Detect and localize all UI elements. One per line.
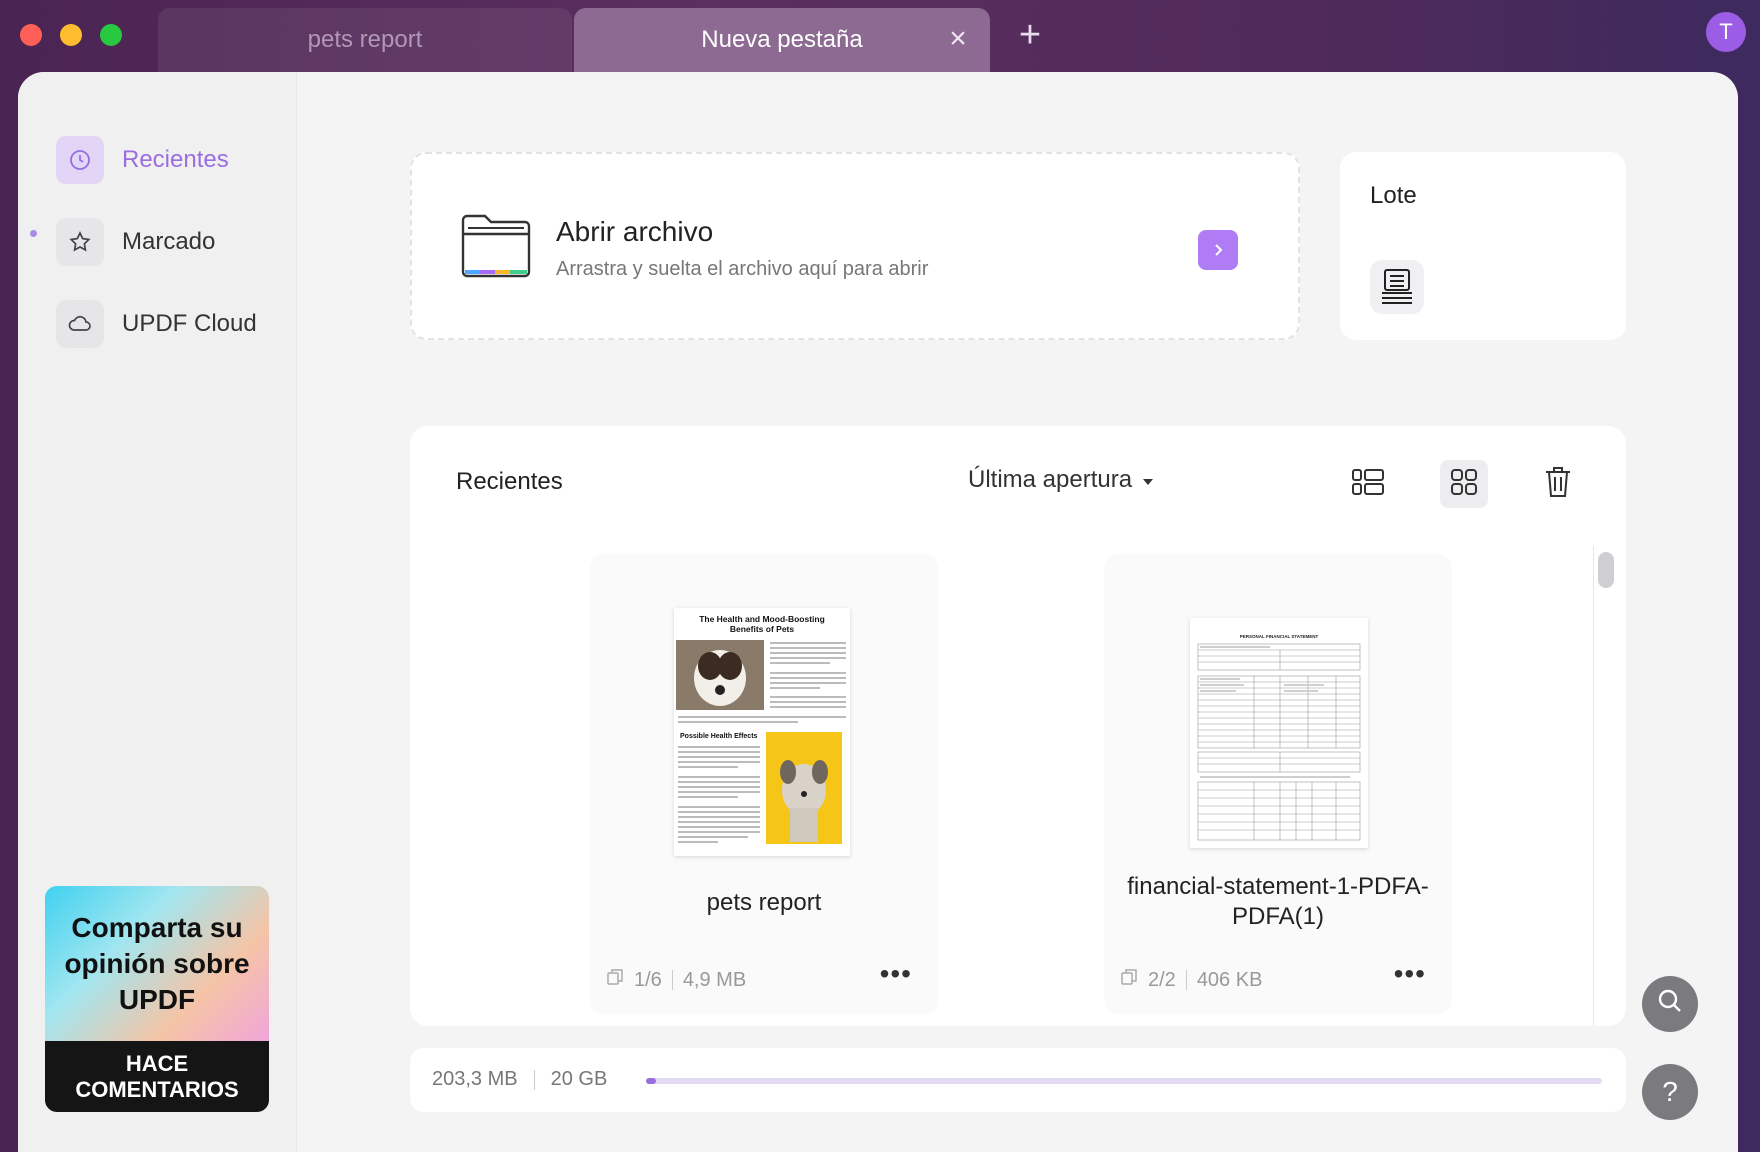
tab-label: Nueva pestaña	[701, 26, 863, 53]
minimize-window-button[interactable]	[60, 24, 82, 46]
clock-icon	[56, 136, 104, 184]
recents-panel: Recientes Última apertura The Health and…	[410, 426, 1626, 1026]
avatar[interactable]: T	[1706, 12, 1746, 52]
storage-divider	[533, 1069, 535, 1090]
file-size: 406 KB	[1196, 968, 1263, 991]
sort-label: Última apertura	[968, 466, 1133, 493]
batch-title: Lote	[1370, 182, 1417, 209]
tab-pets-report[interactable]: pets report	[158, 8, 572, 72]
scroll-track	[1593, 546, 1594, 1026]
tab-label: pets report	[307, 26, 423, 53]
file-name: financial-statement-1-PDFA-PDFA(1)	[1127, 873, 1429, 930]
pages-icon	[1120, 968, 1138, 992]
caret-down-icon	[1142, 466, 1154, 494]
promo-title: Comparta su opinión sobre UPDF	[64, 911, 250, 1015]
batch-card[interactable]: Lote	[1340, 152, 1626, 340]
folder-icon	[460, 212, 532, 285]
promo-cta-button[interactable]: HACE COMENTARIOS	[45, 1041, 269, 1112]
storage-progress-track	[646, 1078, 1602, 1084]
file-card-pets-report[interactable]: The Health and Mood-Boosting Benefits of…	[590, 554, 938, 1014]
more-options-icon[interactable]: •••	[880, 958, 912, 990]
storage-total: 20 GB	[550, 1068, 608, 1090]
question-icon: ?	[1662, 1076, 1678, 1107]
star-icon	[56, 218, 104, 266]
thumb-title: PERSONAL FINANCIAL STATEMENT	[1240, 634, 1319, 639]
trash-icon	[1543, 465, 1573, 504]
sidebar-item-marcado[interactable]: Marcado	[56, 218, 215, 266]
plus-icon[interactable]: +	[1014, 16, 1046, 54]
more-options-icon[interactable]: •••	[1394, 958, 1426, 990]
chevron-right-icon[interactable]	[1198, 230, 1238, 270]
sidebar-item-updf-cloud[interactable]: UPDF Cloud	[56, 300, 257, 348]
open-file-subtitle: Arrastra y suelta el archivo aquí para a…	[556, 258, 929, 280]
tab-nueva-pestana[interactable]: Nueva pestaña ×	[574, 8, 990, 72]
storage-bar: 203,3 MB 20 GB	[410, 1048, 1626, 1112]
file-pages: 1/6	[634, 968, 662, 991]
promo-top: Comparta su opinión sobre UPDF	[45, 886, 269, 1041]
recents-title: Recientes	[456, 468, 563, 495]
sidebar-item-label: UPDF Cloud	[122, 310, 257, 337]
meta-divider	[1185, 970, 1187, 990]
sidebar-item-label: Marcado	[122, 228, 216, 255]
sidebar-item-label: Recientes	[122, 146, 229, 173]
storage-text: 203,3 MB 20 GB	[432, 1068, 607, 1091]
thumb-heading: Possible Health Effects	[680, 733, 758, 740]
file-thumbnail: The Health and Mood-Boosting Benefits of…	[674, 608, 850, 856]
sidebar-indicator	[30, 230, 37, 237]
avatar-initial: T	[1719, 19, 1733, 44]
feedback-promo-banner[interactable]: Comparta su opinión sobre UPDF HACE COME…	[45, 886, 269, 1112]
cloud-icon	[56, 300, 104, 348]
list-view-icon	[1351, 468, 1385, 501]
pages-icon	[606, 968, 624, 992]
help-button[interactable]: ?	[1642, 1064, 1698, 1120]
meta-divider	[671, 970, 673, 990]
grid-view-button[interactable]	[1440, 460, 1488, 508]
list-view-button[interactable]	[1344, 460, 1392, 508]
file-thumbnail: PERSONAL FINANCIAL STATEMENT	[1190, 618, 1368, 848]
scrollbar-thumb[interactable]	[1598, 552, 1614, 588]
close-icon[interactable]: ×	[944, 24, 972, 54]
file-name: pets report	[706, 889, 822, 916]
maximize-window-button[interactable]	[100, 24, 122, 46]
grid-view-icon	[1450, 468, 1478, 501]
close-window-button[interactable]	[20, 24, 42, 46]
file-size: 4,9 MB	[682, 968, 747, 991]
sidebar-item-recientes[interactable]: Recientes	[56, 136, 229, 184]
search-button[interactable]	[1642, 976, 1698, 1032]
open-file-title: Abrir archivo	[556, 216, 714, 247]
search-icon	[1656, 987, 1684, 1022]
stack-icon[interactable]	[1370, 260, 1424, 314]
file-meta: 2/2 406 KB	[1120, 968, 1262, 992]
sidebar: Recientes Marcado UPDF Cloud Comparta su…	[18, 72, 297, 1152]
storage-progress-fill	[646, 1078, 656, 1084]
file-card-financial-statement[interactable]: PERSONAL FINANCIAL STATEMENT financial-s…	[1104, 554, 1452, 1014]
storage-used: 203,3 MB	[432, 1068, 518, 1090]
delete-button[interactable]	[1534, 460, 1582, 508]
file-meta: 1/6 4,9 MB	[606, 968, 746, 992]
main-window: Recientes Marcado UPDF Cloud Comparta su…	[18, 72, 1738, 1152]
sort-dropdown[interactable]: Última apertura	[968, 466, 1154, 494]
file-pages: 2/2	[1148, 968, 1176, 991]
thumb-title-line-1: The Health and Mood-Boosting	[699, 614, 825, 624]
open-file-dropzone[interactable]: Abrir archivo Arrastra y suelta el archi…	[410, 152, 1300, 340]
thumb-title-line-2: Benefits of Pets	[730, 624, 795, 634]
